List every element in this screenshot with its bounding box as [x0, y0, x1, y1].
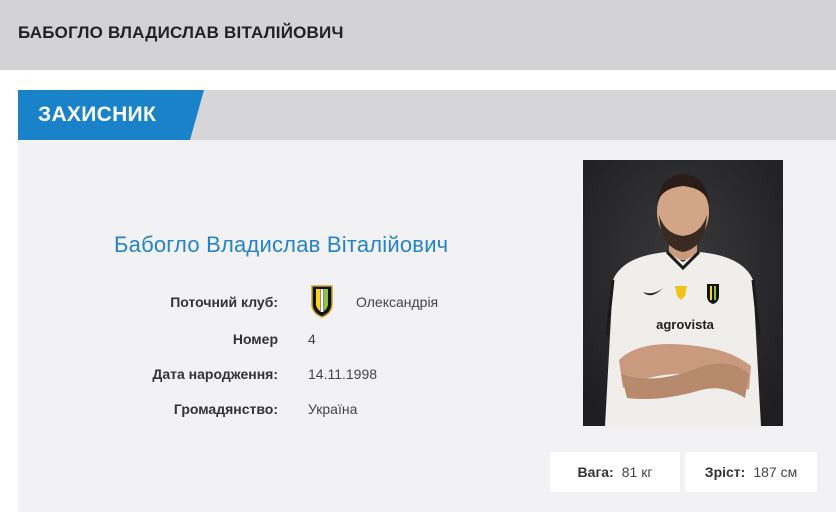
player-card: Бабогло Владислав Віталійович Поточний к… [18, 140, 836, 512]
weight-label: Вага: [577, 464, 614, 480]
weight-box: Вага: 81 кг [550, 452, 680, 492]
page-title: БАБОГЛО ВЛАДИСЛАВ ВІТАЛІЙОВИЧ [18, 23, 344, 42]
info-row-club: Поточний клуб: Олександрія [18, 294, 578, 318]
weight-value: 81 кг [621, 464, 653, 480]
club-crest-icon[interactable] [311, 284, 333, 318]
position-label: ЗАХИСНИК [38, 103, 157, 126]
player-photo: agrovista [583, 160, 783, 426]
page-header: БАБОГЛО ВЛАДИСЛАВ ВІТАЛІЙОВИЧ [0, 0, 836, 70]
club-value[interactable]: Олександрія [356, 294, 438, 310]
citizenship-label: Громадянство: [173, 401, 278, 417]
height-value: 187 см [753, 464, 798, 480]
position-bar: ЗАХИСНИК [18, 90, 836, 140]
birthdate-label: Дата народження: [152, 366, 278, 382]
birthdate-value: 14.11.1998 [308, 366, 378, 382]
club-label: Поточний клуб: [170, 294, 278, 310]
citizenship-value: Україна [308, 401, 358, 417]
svg-text:agrovista: agrovista [656, 317, 715, 332]
info-row-number: Номер 4 [18, 331, 578, 355]
player-name: Бабогло Владислав Віталійович [114, 232, 449, 257]
info-row-citizenship: Громадянство: Україна [18, 401, 578, 425]
info-row-birthdate: Дата народження: 14.11.1998 [18, 366, 578, 390]
height-label: Зріст: [704, 464, 746, 480]
player-photo-illustration: agrovista [583, 160, 783, 426]
number-value: 4 [308, 331, 316, 347]
position-tab: ЗАХИСНИК [18, 90, 204, 140]
number-label: Номер [232, 331, 278, 347]
height-box: Зріст: 187 см [685, 452, 817, 492]
